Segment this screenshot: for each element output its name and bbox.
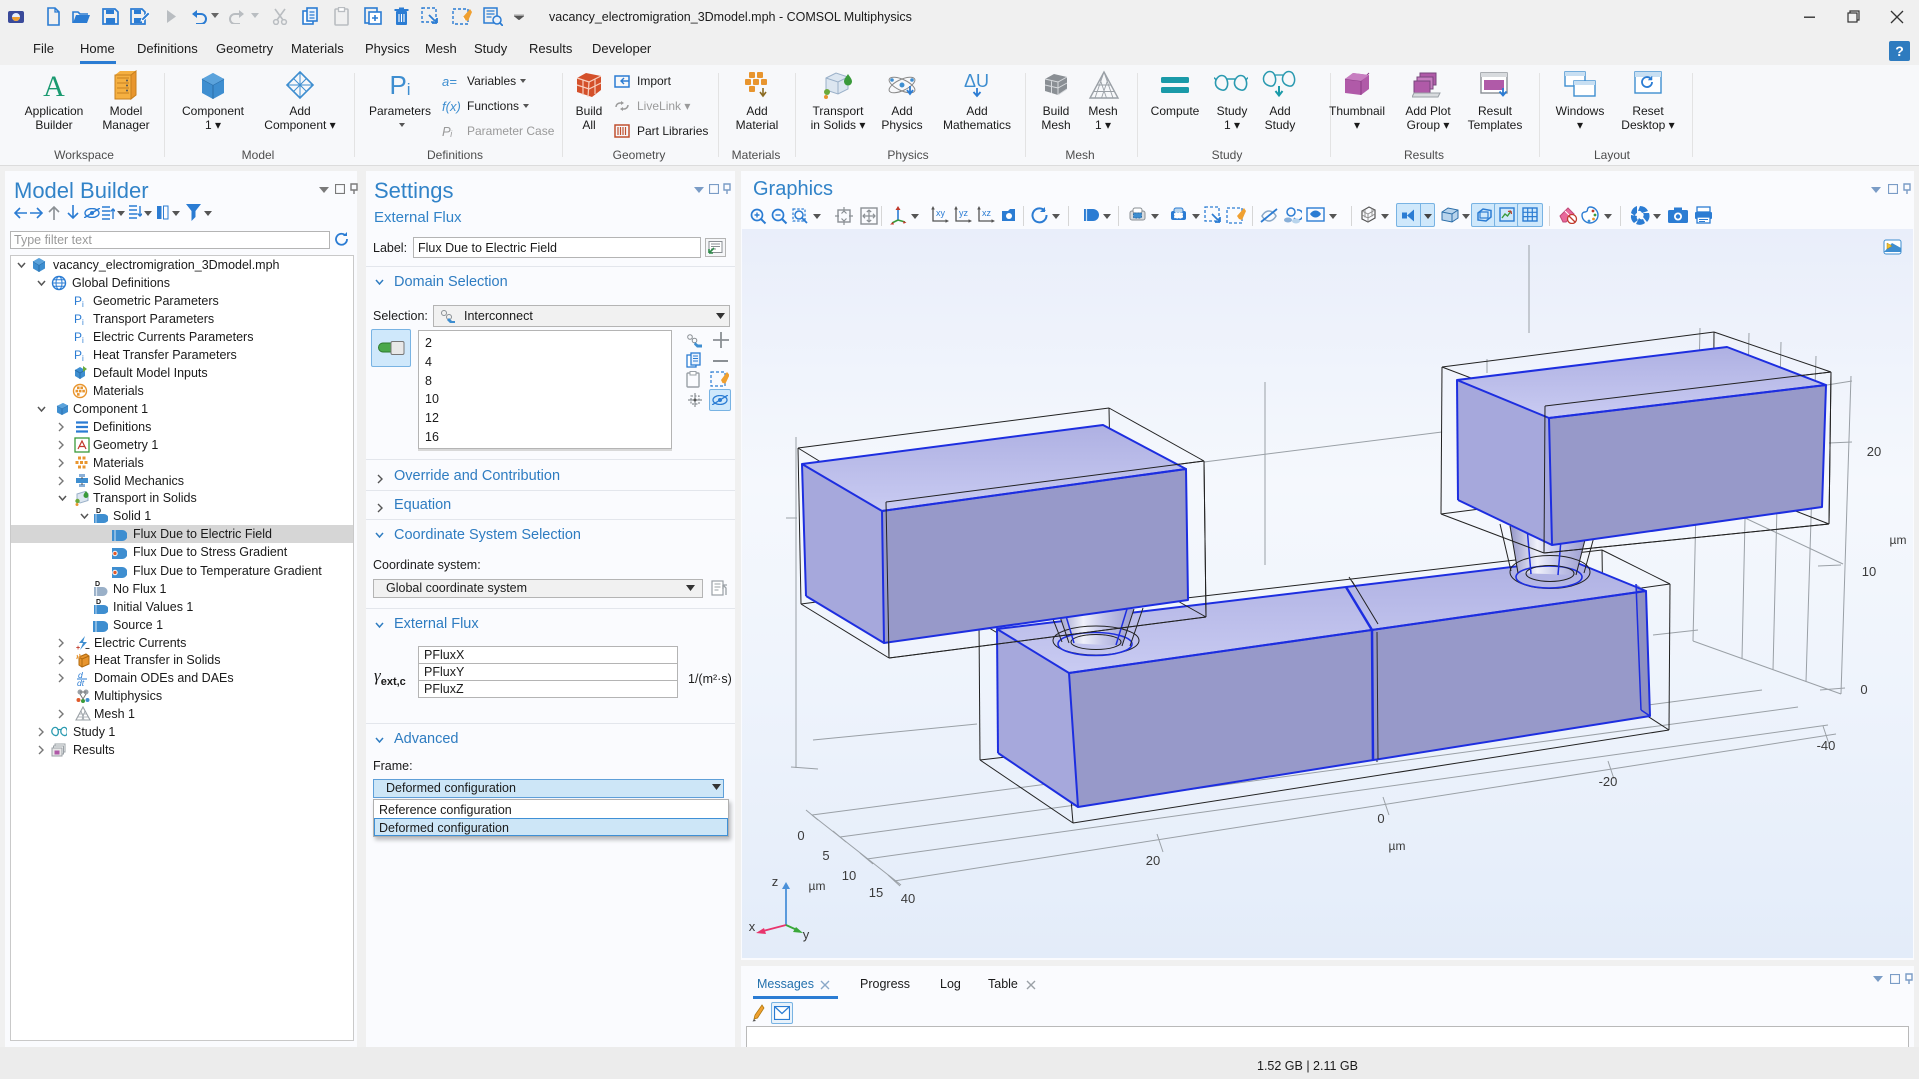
svg-text:A: A <box>43 70 65 100</box>
svg-text:µm: µm <box>1389 839 1406 853</box>
svg-text:10: 10 <box>842 868 856 883</box>
svg-text:D: D <box>95 581 100 588</box>
svg-text:P: P <box>74 330 82 344</box>
svg-text:10: 10 <box>1862 564 1876 579</box>
svg-text:P: P <box>74 348 82 362</box>
svg-text:f(x): f(x) <box>442 99 461 114</box>
svg-text:xy: xy <box>936 208 946 218</box>
svg-text:15: 15 <box>869 885 883 900</box>
svg-text:D: D <box>96 508 101 515</box>
svg-text:+: + <box>76 645 80 651</box>
svg-text:i: i <box>82 354 84 363</box>
svg-text:a=: a= <box>442 74 457 89</box>
svg-text:20: 20 <box>1146 853 1160 868</box>
svg-text:xz: xz <box>982 208 992 218</box>
svg-text:i: i <box>82 318 84 327</box>
svg-text:x: x <box>749 919 756 934</box>
svg-text:40: 40 <box>901 891 915 906</box>
svg-text:0: 0 <box>797 828 804 843</box>
svg-text:dt: dt <box>77 678 85 686</box>
svg-text:20: 20 <box>1867 444 1881 459</box>
svg-text:µm: µm <box>1890 533 1907 547</box>
svg-text:−: − <box>85 644 90 651</box>
svg-text:P: P <box>74 312 82 326</box>
svg-text:Pi: Pi <box>389 70 410 100</box>
svg-text:0: 0 <box>1377 811 1384 826</box>
svg-text:yz: yz <box>959 208 969 218</box>
svg-text:0: 0 <box>1860 682 1867 697</box>
svg-text:i: i <box>82 300 84 309</box>
svg-text:D: D <box>96 599 101 606</box>
svg-text:-40: -40 <box>1817 738 1836 753</box>
svg-text:Pᵢ: Pᵢ <box>442 124 453 139</box>
svg-text:-20: -20 <box>1599 774 1618 789</box>
svg-text:y: y <box>803 927 810 942</box>
svg-text:P: P <box>74 294 82 308</box>
svg-text:5: 5 <box>822 848 829 863</box>
svg-text:z: z <box>772 874 779 889</box>
svg-text:i: i <box>82 336 84 345</box>
svg-text:µm: µm <box>809 879 826 893</box>
